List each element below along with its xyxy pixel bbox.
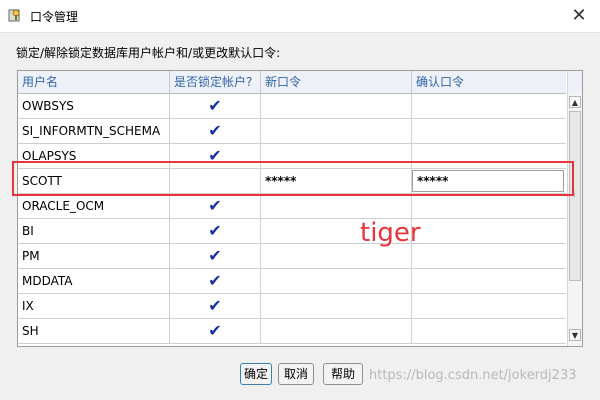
- window-title: 口令管理: [30, 10, 79, 24]
- ok-button[interactable]: 确定: [240, 363, 272, 385]
- user-table: 用户名 是否锁定帐户? 新口令 确认口令 OWBSYS ✔ SI_INFORMT…: [17, 70, 583, 347]
- locked-checkbox[interactable]: ✔: [170, 219, 261, 243]
- confirm-password-cell[interactable]: [412, 119, 566, 143]
- new-password-cell[interactable]: [261, 144, 412, 168]
- confirm-password-cell[interactable]: [412, 144, 566, 168]
- username-cell: ORACLE_OCM: [18, 194, 170, 218]
- username-cell: SCOTT: [18, 169, 170, 193]
- locked-checkbox[interactable]: ✔: [170, 294, 261, 318]
- instruction-text: 锁定/解除锁定数据库用户帐户和/或更改默认口令:: [16, 46, 281, 60]
- locked-checkbox[interactable]: [170, 169, 261, 193]
- grip-icon: ⁞: [573, 190, 576, 199]
- confirm-password-cell[interactable]: [412, 194, 566, 218]
- username-cell: PM: [18, 244, 170, 268]
- new-password-cell[interactable]: [261, 319, 412, 343]
- column-header-locked[interactable]: 是否锁定帐户?: [170, 71, 261, 93]
- watermark: https://blog.csdn.net/jokerdj233: [369, 368, 577, 383]
- username-cell: OLAPSYS: [18, 144, 170, 168]
- table-row[interactable]: SI_INFORMTN_SCHEMA ✔: [18, 119, 566, 144]
- scroll-thumb[interactable]: ⁞: [569, 111, 581, 281]
- confirm-password-cell: *****: [412, 169, 566, 193]
- table-row-selected[interactable]: SCOTT ***** *****: [18, 169, 566, 194]
- table-row[interactable]: OWBSYS ✔: [18, 94, 566, 119]
- locked-checkbox[interactable]: ✔: [170, 244, 261, 268]
- table-row[interactable]: IX ✔: [18, 294, 566, 319]
- table-row[interactable]: ORACLE_OCM ✔: [18, 194, 566, 219]
- table-row[interactable]: MDDATA ✔: [18, 269, 566, 294]
- cancel-button[interactable]: 取消: [278, 363, 314, 385]
- new-password-cell[interactable]: *****: [261, 169, 412, 193]
- confirm-password-cell[interactable]: [412, 319, 566, 343]
- table-row[interactable]: SH ✔: [18, 319, 566, 344]
- new-password-cell[interactable]: [261, 94, 412, 118]
- annotation-text: tiger: [360, 218, 421, 248]
- vertical-scrollbar[interactable]: ▲ ⁞ ▼: [567, 93, 582, 346]
- confirm-password-cell[interactable]: [412, 269, 566, 293]
- username-cell: SI_INFORMTN_SCHEMA: [18, 119, 170, 143]
- table-row[interactable]: OLAPSYS ✔: [18, 144, 566, 169]
- help-button[interactable]: 帮助: [323, 363, 363, 385]
- confirm-password-cell[interactable]: [412, 94, 566, 118]
- locked-checkbox[interactable]: ✔: [170, 119, 261, 143]
- table-row[interactable]: BI ✔: [18, 219, 566, 244]
- locked-checkbox[interactable]: ✔: [170, 319, 261, 343]
- confirm-password-cell[interactable]: [412, 294, 566, 318]
- username-cell: SH: [18, 319, 170, 343]
- confirm-password-cell[interactable]: [412, 219, 566, 243]
- locked-checkbox[interactable]: ✔: [170, 269, 261, 293]
- table-header: 用户名 是否锁定帐户? 新口令 确认口令: [18, 71, 566, 94]
- confirm-password-input[interactable]: *****: [412, 170, 564, 192]
- username-cell: IX: [18, 294, 170, 318]
- new-password-cell[interactable]: [261, 269, 412, 293]
- app-icon: [8, 9, 20, 22]
- title-bar: 口令管理 ✕: [0, 0, 600, 33]
- locked-checkbox[interactable]: ✔: [170, 194, 261, 218]
- username-cell: MDDATA: [18, 269, 170, 293]
- new-password-cell[interactable]: [261, 119, 412, 143]
- scroll-up-icon[interactable]: ▲: [569, 96, 581, 108]
- new-password-cell[interactable]: [261, 194, 412, 218]
- locked-checkbox[interactable]: ✔: [170, 144, 261, 168]
- confirm-password-cell[interactable]: [412, 244, 566, 268]
- locked-checkbox[interactable]: ✔: [170, 94, 261, 118]
- new-password-cell[interactable]: [261, 294, 412, 318]
- username-cell: OWBSYS: [18, 94, 170, 118]
- scroll-down-icon[interactable]: ▼: [569, 329, 581, 341]
- header-corner: [567, 71, 582, 93]
- username-cell: BI: [18, 219, 170, 243]
- column-header-confirm-password[interactable]: 确认口令: [412, 71, 566, 93]
- close-button[interactable]: ✕: [568, 5, 590, 27]
- table-row[interactable]: PM ✔: [18, 244, 566, 269]
- column-header-new-password[interactable]: 新口令: [261, 71, 412, 93]
- column-header-username[interactable]: 用户名: [18, 71, 170, 93]
